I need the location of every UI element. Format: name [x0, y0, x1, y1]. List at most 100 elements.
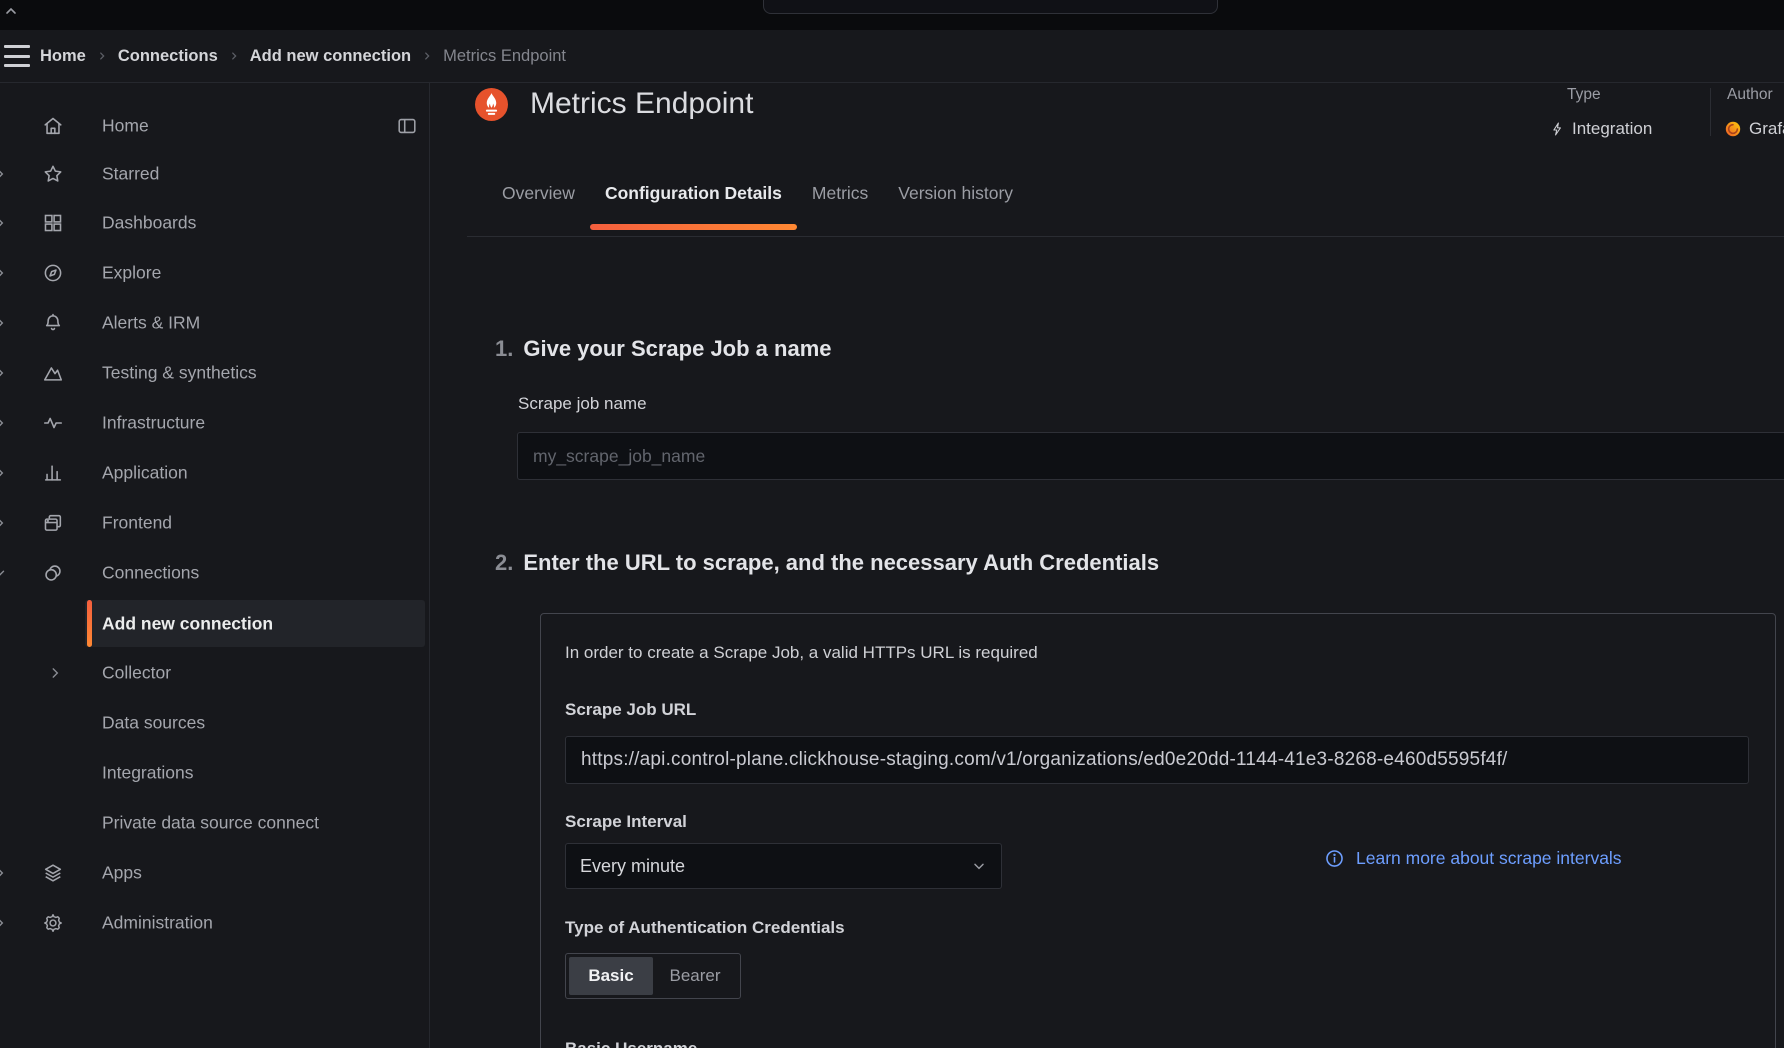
- sidebar-item-home[interactable]: Home: [0, 106, 429, 146]
- tab-version-history[interactable]: Version history: [883, 160, 1028, 226]
- step-number: 1.: [495, 336, 513, 362]
- chevron-right-icon[interactable]: [0, 466, 7, 480]
- sidebar-item-testing-synthetics[interactable]: Testing & synthetics: [0, 353, 429, 393]
- compass-icon: [42, 262, 64, 284]
- sidebar-item-label: Application: [102, 463, 188, 484]
- type-label: Type: [1567, 86, 1601, 104]
- bar-chart-icon: [42, 462, 64, 484]
- step-number: 2.: [495, 550, 513, 576]
- auth-type-label: Type of Authentication Credentials: [565, 918, 845, 938]
- auth-type-radio-group: Basic Bearer: [565, 953, 741, 999]
- dock-menu-icon[interactable]: [396, 115, 418, 137]
- pulse-icon: [42, 412, 64, 434]
- panel-note: In order to create a Scrape Job, a valid…: [565, 643, 1038, 663]
- sidebar-item-label: Collector: [102, 663, 171, 684]
- sidebar-item-alerts-irm[interactable]: Alerts & IRM: [0, 303, 429, 343]
- info-icon: [1324, 848, 1345, 869]
- sidebar-item-add-new-connection[interactable]: Add new connection: [85, 600, 425, 647]
- sidebar-item-label: Integrations: [102, 763, 193, 784]
- chevron-down-icon[interactable]: [0, 566, 7, 580]
- scrape-intervals-link[interactable]: Learn more about scrape intervals: [1324, 848, 1622, 869]
- step-title: Enter the URL to scrape, and the necessa…: [523, 550, 1159, 576]
- breadcrumb-home[interactable]: Home: [40, 47, 86, 66]
- home-icon: [42, 115, 64, 137]
- chevron-right-icon[interactable]: [0, 866, 7, 880]
- sidebar-item-label: Alerts & IRM: [102, 313, 200, 334]
- mega-menu: Home Starred Dashboards Explore Alerts &…: [0, 83, 430, 1048]
- tab-configuration-details[interactable]: Configuration Details: [590, 160, 797, 226]
- star-icon: [42, 163, 64, 185]
- sidebar-item-administration[interactable]: Administration: [0, 903, 429, 943]
- active-indicator: [87, 600, 92, 647]
- step1-heading: 1. Give your Scrape Job a name: [495, 336, 832, 362]
- sidebar-item-application[interactable]: Application: [0, 453, 429, 493]
- chevron-right-icon[interactable]: [0, 366, 7, 380]
- scrape-interval-label: Scrape Interval: [565, 812, 687, 832]
- sidebar-item-private-data-source-connect[interactable]: Private data source connect: [0, 803, 429, 843]
- chevron-right-icon[interactable]: [0, 316, 7, 330]
- chevron-right-icon[interactable]: [48, 666, 62, 680]
- scrape-job-url-input[interactable]: [565, 736, 1749, 784]
- grafana-app: Home Connections Add new connection Metr…: [0, 0, 1784, 1048]
- basic-username-label: Basic Username: [565, 1039, 697, 1048]
- chevron-up-icon: [3, 3, 19, 19]
- sidebar-item-frontend[interactable]: Frontend: [0, 503, 429, 543]
- author-value: Grafana: [1724, 119, 1784, 139]
- auth-option-basic[interactable]: Basic: [569, 957, 653, 995]
- chevron-right-icon: [229, 51, 239, 61]
- sidebar-item-integrations[interactable]: Integrations: [0, 753, 429, 793]
- sidebar-item-apps[interactable]: Apps: [0, 853, 429, 893]
- sidebar-item-dashboards[interactable]: Dashboards: [0, 203, 429, 243]
- sidebar-item-explore[interactable]: Explore: [0, 253, 429, 293]
- breadcrumb: Home Connections Add new connection Metr…: [40, 30, 566, 82]
- sidebar-item-label: Home: [102, 116, 149, 137]
- sidebar-item-label: Testing & synthetics: [102, 363, 257, 384]
- tab-metrics[interactable]: Metrics: [797, 160, 883, 226]
- scrape-job-name-input[interactable]: [517, 432, 1784, 480]
- tab-overview[interactable]: Overview: [487, 160, 590, 226]
- chevron-right-icon[interactable]: [0, 416, 7, 430]
- breadcrumb-current: Metrics Endpoint: [443, 47, 566, 66]
- sidebar-item-starred[interactable]: Starred: [0, 154, 429, 194]
- grafana-logo-icon: [1724, 120, 1742, 138]
- breadcrumb-add-new-connection[interactable]: Add new connection: [250, 47, 411, 66]
- chevron-right-icon[interactable]: [0, 167, 7, 181]
- breadcrumb-connections[interactable]: Connections: [118, 47, 218, 66]
- divider: [1710, 88, 1711, 136]
- scrape-job-panel: In order to create a Scrape Job, a valid…: [540, 613, 1776, 1048]
- chevron-right-icon[interactable]: [0, 916, 7, 930]
- selected-interval: Every minute: [580, 856, 685, 877]
- sidebar-item-label: Administration: [102, 913, 213, 934]
- breadcrumb-bar: Home Connections Add new connection Metr…: [0, 30, 1784, 83]
- k6-mountain-icon: [42, 362, 64, 384]
- layers-icon: [42, 862, 64, 884]
- auth-option-bearer[interactable]: Bearer: [653, 957, 737, 995]
- active-tab-underline: [590, 224, 797, 230]
- chevron-right-icon[interactable]: [0, 266, 7, 280]
- chevron-right-icon: [97, 51, 107, 61]
- sidebar-item-collector[interactable]: Collector: [0, 653, 429, 693]
- sidebar-item-label: Starred: [102, 164, 159, 185]
- sidebar-item-infrastructure[interactable]: Infrastructure: [0, 403, 429, 443]
- sidebar-item-label: Add new connection: [102, 613, 273, 634]
- sidebar-item-data-sources[interactable]: Data sources: [0, 703, 429, 743]
- browser-windows-icon: [42, 512, 64, 534]
- chevron-right-icon[interactable]: [0, 516, 7, 530]
- dashboards-icon: [42, 212, 64, 234]
- step2-heading: 2. Enter the URL to scrape, and the nece…: [495, 550, 1159, 576]
- scrape-interval-select[interactable]: Every minute: [565, 843, 1002, 889]
- sidebar-item-connections[interactable]: Connections: [0, 553, 429, 593]
- tab-bar: Overview Configuration Details Metrics V…: [467, 160, 1784, 237]
- gear-icon: [42, 912, 64, 934]
- sidebar-item-label: Dashboards: [102, 213, 196, 234]
- chevron-right-icon[interactable]: [0, 216, 7, 230]
- type-value: Integration: [1550, 119, 1652, 139]
- sidebar-item-label: Connections: [102, 563, 199, 584]
- page-title: Metrics Endpoint: [530, 84, 753, 124]
- top-strip: [0, 0, 1784, 30]
- connections-rings-icon: [42, 562, 64, 584]
- global-search[interactable]: [763, 0, 1218, 14]
- bolt-icon: [1550, 120, 1565, 138]
- menu-icon[interactable]: [4, 45, 30, 67]
- search-input[interactable]: [800, 0, 1205, 2]
